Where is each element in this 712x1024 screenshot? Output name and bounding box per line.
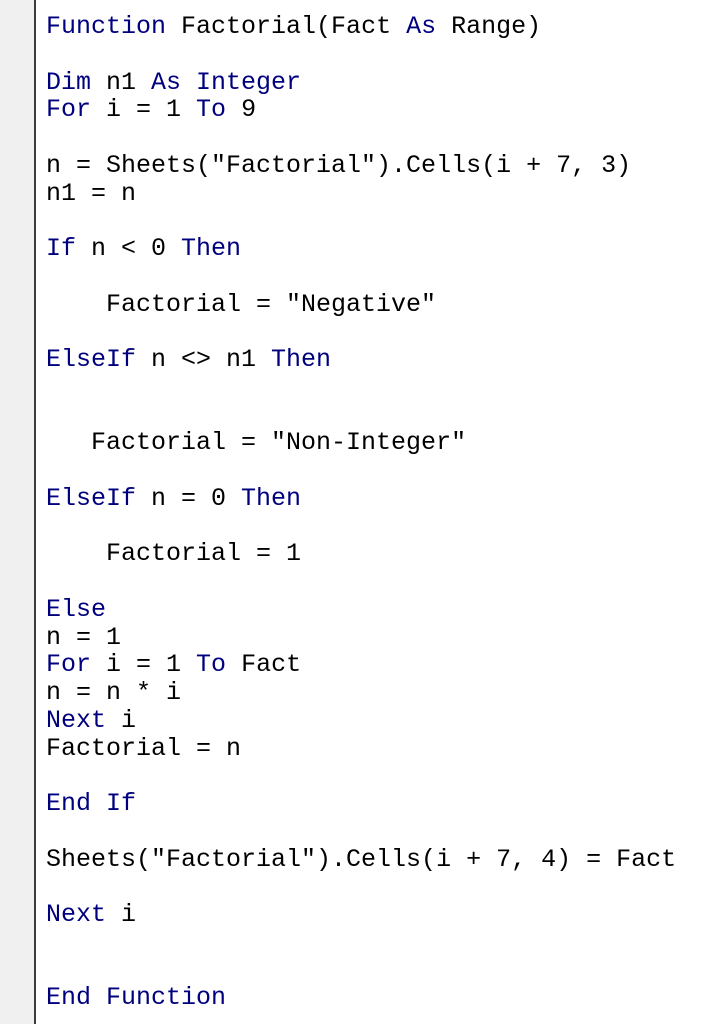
blank-line[interactable] — [46, 124, 712, 152]
code-line[interactable]: n = n * i — [46, 679, 712, 707]
code-token: Factorial = 1 — [46, 539, 302, 569]
code-line[interactable]: n = Sheets("Factorial").Cells(i + 7, 3) — [46, 150, 712, 180]
code-token: Factorial(Fact — [166, 12, 407, 41]
code-line[interactable]: Factorial = 1 — [46, 540, 712, 568]
code-token: n <> n1 — [136, 345, 272, 374]
code-line[interactable]: Function Factorial(Fact As Range) — [46, 13, 712, 41]
keyword-token: If — [46, 234, 77, 263]
code-editor[interactable]: Function Factorial(Fact As Range) Dim n1 … — [46, 13, 712, 1012]
code-line[interactable]: For i = 1 To Fact — [46, 651, 712, 679]
code-token: i — [106, 900, 137, 929]
blank-line[interactable] — [46, 513, 712, 541]
code-line[interactable]: For i = 1 To 9 — [46, 96, 712, 124]
code-token: Factorial = "Negative" — [46, 289, 437, 319]
keyword-token: End Function — [46, 983, 227, 1013]
code-line[interactable]: ElseIf n <> n1 Then — [46, 346, 712, 374]
keyword-token: Else — [46, 594, 107, 624]
blank-line[interactable] — [46, 957, 712, 985]
code-token: n = 0 — [136, 483, 242, 513]
blank-line[interactable] — [46, 762, 712, 790]
keyword-token: End If — [46, 789, 137, 818]
keyword-token: For — [46, 650, 92, 680]
keyword-token: To — [196, 650, 227, 680]
code-token: n = Sheets("Factorial").Cells(i + 7, 3) — [46, 150, 632, 180]
code-token: 9 — [226, 95, 257, 125]
keyword-token: Next — [46, 705, 107, 735]
code-token: Factorial = n — [46, 733, 242, 763]
code-line[interactable]: End If — [46, 790, 712, 818]
code-token: n1 — [91, 67, 152, 97]
blank-line[interactable] — [46, 207, 712, 235]
blank-line[interactable] — [46, 873, 712, 901]
keyword-token: Then — [181, 234, 242, 263]
code-line[interactable]: Factorial = n — [46, 733, 712, 763]
code-line[interactable]: n1 = n — [46, 178, 712, 208]
code-line[interactable]: Factorial = "Non-Integer" — [46, 429, 712, 457]
editor-margin-gutter[interactable] — [0, 0, 36, 1024]
code-token: Sheets("Factorial").Cells(i + 7, 4) = Fa… — [46, 844, 677, 874]
blank-line[interactable] — [46, 263, 712, 291]
keyword-token: Function — [46, 12, 167, 41]
code-line[interactable]: Else — [46, 594, 712, 624]
keyword-token: Then — [271, 345, 332, 374]
blank-line[interactable] — [46, 929, 712, 957]
code-token: n < 0 — [76, 234, 182, 263]
blank-line[interactable] — [46, 374, 712, 402]
blank-line[interactable] — [46, 457, 712, 485]
code-line[interactable]: ElseIf n = 0 Then — [46, 483, 712, 513]
keyword-token: Then — [241, 483, 302, 513]
keyword-token: ElseIf — [46, 345, 137, 374]
code-token: i = 1 — [91, 95, 197, 125]
blank-line[interactable] — [46, 318, 712, 346]
keyword-token: To — [196, 95, 227, 125]
code-token: i = 1 — [91, 650, 197, 680]
code-line[interactable]: End Function — [46, 984, 712, 1012]
blank-line[interactable] — [46, 41, 712, 69]
blank-line[interactable] — [46, 402, 712, 430]
keyword-token: Next — [46, 900, 107, 929]
code-line[interactable]: Sheets("Factorial").Cells(i + 7, 4) = Fa… — [46, 844, 712, 874]
code-line[interactable]: Next i — [46, 705, 712, 735]
code-line[interactable]: If n < 0 Then — [46, 235, 712, 263]
code-token: Fact — [226, 650, 302, 680]
keyword-token: For — [46, 95, 92, 125]
code-token: Range) — [436, 12, 542, 41]
code-line[interactable]: Dim n1 As Integer — [46, 67, 712, 97]
keyword-token: As — [406, 12, 437, 41]
code-token: n1 = n — [46, 178, 137, 208]
blank-line[interactable] — [46, 818, 712, 846]
blank-line[interactable] — [46, 568, 712, 596]
keyword-token: As Integer — [151, 67, 302, 97]
keyword-token: Dim — [46, 67, 92, 97]
code-token: Factorial = "Non-Integer" — [46, 428, 467, 458]
keyword-token: ElseIf — [46, 483, 137, 513]
code-line[interactable]: Next i — [46, 901, 712, 929]
code-token: i — [106, 705, 137, 735]
code-token: n = n * i — [46, 678, 182, 707]
code-line[interactable]: Factorial = "Negative" — [46, 289, 712, 319]
code-token: n = 1 — [46, 622, 122, 652]
code-line[interactable]: n = 1 — [46, 622, 712, 652]
